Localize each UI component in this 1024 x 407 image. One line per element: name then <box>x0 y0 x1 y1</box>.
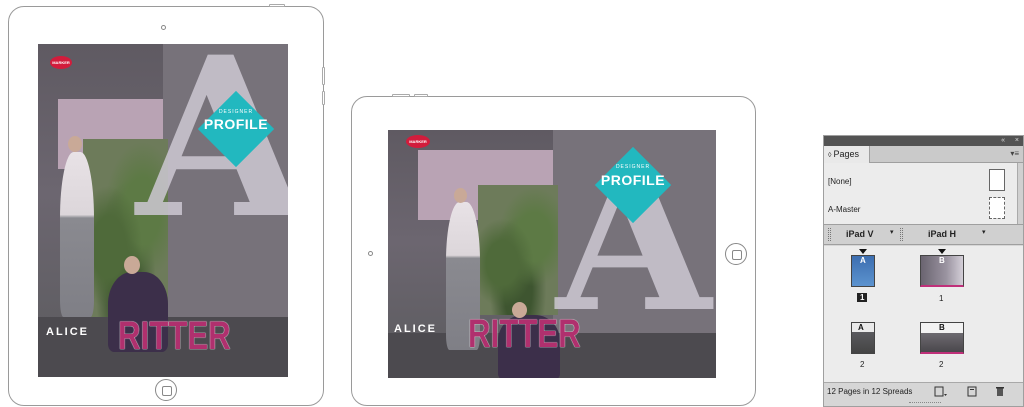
master-a-thumbnail[interactable] <box>989 197 1005 219</box>
tab-expand-icon: ◊ <box>828 152 832 159</box>
pages-panel: « × ◊ Pages ▾≡ [None] A-Master iPad V ▾ i… <box>823 135 1024 407</box>
first-name: ALICE <box>394 323 437 335</box>
masters-section: [None] A-Master <box>824 163 1023 225</box>
page-number: 2 <box>939 360 944 369</box>
home-button <box>725 243 747 265</box>
master-letter: B <box>939 323 945 332</box>
magazine-cover-horizontal: A MARKER DESIGNER PROFILE ALICE RITTER <box>388 130 716 378</box>
magazine-cover-vertical: A MARKER DESIGNER PROFILE ALICE RITTER <box>38 44 288 377</box>
pages-area: A 1 B 1 A 2 B 2 <box>824 246 1023 384</box>
badge-subtitle: DESIGNER <box>218 109 254 115</box>
magazine-logo: MARKER <box>50 56 72 69</box>
model-head <box>68 136 82 152</box>
model-head <box>124 256 140 274</box>
badge-subtitle: DESIGNER <box>615 164 651 170</box>
delete-page-icon[interactable] <box>994 385 1006 400</box>
camera-icon <box>161 25 166 30</box>
tab-pages[interactable]: ◊ Pages <box>824 146 870 163</box>
ipad-vertical-frame: A MARKER DESIGNER PROFILE ALICE RITTER <box>8 4 325 406</box>
master-none[interactable]: [None] <box>828 177 852 186</box>
model-standing <box>60 152 94 317</box>
layout-ipad-h-label[interactable]: iPad H <box>928 229 956 239</box>
model-head <box>454 188 467 203</box>
page-number: 2 <box>860 360 865 369</box>
badge-title: PROFILE <box>203 116 269 132</box>
grip-icon <box>900 228 903 241</box>
master-letter: B <box>939 256 945 265</box>
panel-resize-grip[interactable] <box>909 402 941 405</box>
panel-menu-icon[interactable]: ▾≡ <box>1010 149 1019 158</box>
masters-scrollbar[interactable] <box>1017 163 1023 224</box>
panel-title-bar: « × <box>824 136 1023 146</box>
plants-area <box>478 185 558 315</box>
master-a-label: A-Master <box>828 205 861 214</box>
collapse-panel-button[interactable]: « <box>1001 136 1005 146</box>
magazine-logo: MARKER <box>406 135 430 148</box>
layout-header-row: iPad V ▾ iPad H ▾ <box>824 225 1023 245</box>
grip-icon <box>828 228 831 241</box>
panel-tab-bar: ◊ Pages ▾≡ <box>824 146 1023 163</box>
panel-status-bar: 12 Pages in 12 Spreads <box>824 382 1023 406</box>
home-button <box>155 379 177 401</box>
camera-icon <box>368 251 373 256</box>
master-none-thumbnail[interactable] <box>989 169 1005 191</box>
first-name: ALICE <box>46 326 89 338</box>
page-marker-icon <box>859 249 867 254</box>
page-number: 1 <box>939 294 944 303</box>
layout-ipad-v-menu-icon[interactable]: ▾ <box>890 228 894 236</box>
volume-button <box>414 94 428 97</box>
tab-pages-label: Pages <box>833 149 859 159</box>
master-letter: A <box>858 323 864 332</box>
big-letter: A <box>136 44 288 267</box>
master-none-label: [None] <box>828 177 852 186</box>
master-a[interactable]: A-Master <box>828 205 860 214</box>
layout-ipad-h-menu-icon[interactable]: ▾ <box>982 228 986 236</box>
page-number-current: 1 <box>857 293 868 302</box>
new-page-icon[interactable] <box>966 385 978 400</box>
last-name: RITTER <box>118 314 231 358</box>
layout-ipad-v-label[interactable]: iPad V <box>846 229 874 239</box>
page-marker-icon <box>938 249 946 254</box>
badge-title: PROFILE <box>600 172 666 188</box>
close-panel-button[interactable]: × <box>1015 136 1019 146</box>
volume-button <box>322 67 325 85</box>
ipad-horizontal-frame: A MARKER DESIGNER PROFILE ALICE RITTER <box>351 94 756 406</box>
volume-button <box>322 91 325 105</box>
last-name: RITTER <box>468 312 581 356</box>
power-button <box>269 4 285 7</box>
master-letter: A <box>860 256 866 265</box>
edit-page-size-icon[interactable] <box>934 385 948 400</box>
volume-button <box>392 94 410 97</box>
page-count-status: 12 Pages in 12 Spreads <box>827 387 913 396</box>
